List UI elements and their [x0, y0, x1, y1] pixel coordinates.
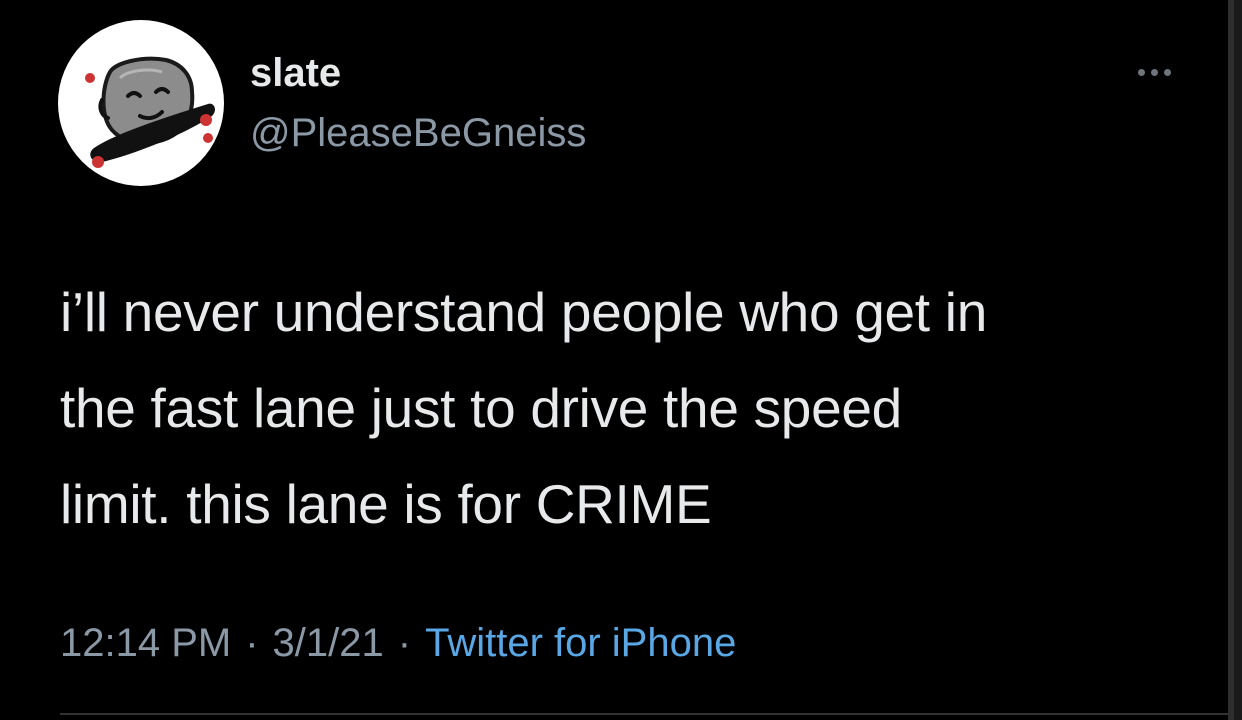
tweet-text: i’ll never understand people who get in … [60, 264, 1210, 552]
tweet-card: slate @PleaseBeGneiss i’ll never underst… [0, 0, 1228, 720]
user-handle[interactable]: @PleaseBeGneiss [250, 110, 586, 156]
more-horizontal-icon [1163, 68, 1171, 76]
tweet-text-line: i’ll never understand people who get in [60, 281, 987, 343]
tweet-metadata: 12:14 PM · 3/1/21 · Twitter for iPhone [60, 618, 736, 668]
avatar[interactable] [58, 20, 224, 186]
tweet-time[interactable]: 12:14 PM [60, 621, 231, 665]
tweet-text-line: limit. this lane is for CRIME [60, 473, 712, 535]
more-options-button[interactable] [1124, 54, 1184, 90]
scrollbar-track [1228, 0, 1242, 720]
more-horizontal-icon [1137, 68, 1145, 76]
more-horizontal-icon [1150, 68, 1158, 76]
tweet-text-line: the fast lane just to drive the speed [60, 377, 902, 439]
meta-separator: · [397, 621, 412, 665]
tweet-date[interactable]: 3/1/21 [273, 621, 384, 665]
rock-skateboard-avatar-icon [85, 56, 215, 168]
meta-separator: · [245, 621, 259, 665]
divider [60, 713, 1228, 715]
tweet-source-link[interactable]: Twitter for iPhone [425, 621, 736, 665]
display-name[interactable]: slate [250, 50, 341, 96]
